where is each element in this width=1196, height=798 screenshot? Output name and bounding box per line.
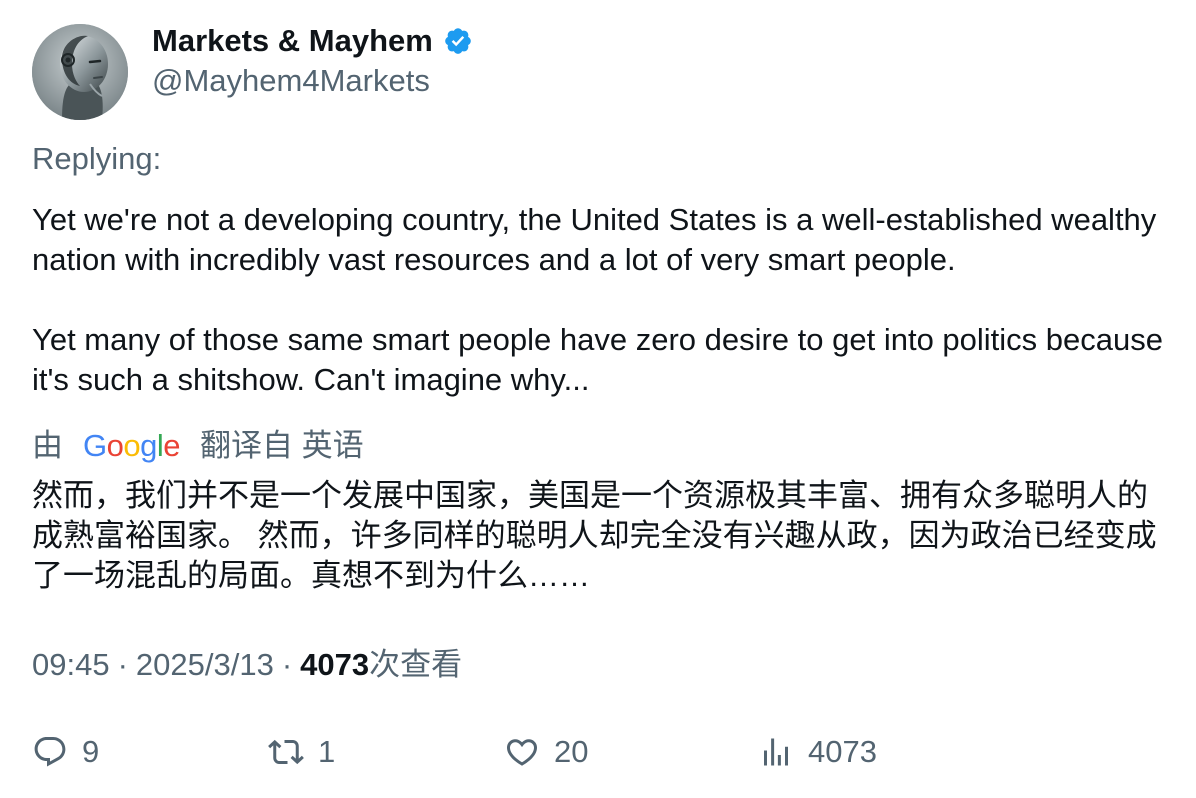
tweet-meta: 09:45 · 2025/3/13 · 4073 次查看 [32,645,462,685]
tweet-paragraph: Yet many of those same smart people have… [32,322,1164,397]
reply-count: 9 [82,734,100,769]
tweet-paragraph: Yet we're not a developing country, the … [32,202,1157,277]
meta-separator: · [117,647,128,682]
repost-button[interactable]: 1 [268,730,335,774]
translation-prefix: 由 [32,428,63,463]
heart-icon [506,739,538,766]
like-button[interactable]: 20 [504,730,588,774]
tweet-text: Yet we're not a developing country, the … [32,200,1172,400]
repost-count: 1 [318,734,336,769]
avatar[interactable] [32,24,128,120]
replying-label: Replying: [32,141,162,176]
tweet-date[interactable]: 2025/3/13 [136,645,274,685]
views-label: 次查看 [369,647,463,682]
translated-text: 然而，我们并不是一个发展中国家，美国是一个资源极其丰富、拥有众多聪明人的成熟富裕… [32,478,1157,593]
reply-icon [34,737,66,767]
meta-separator: · [281,647,293,682]
translation-attribution: 由 Google 翻译自 英语 [32,426,364,466]
robot-avatar-image [32,24,128,120]
views-count: 4073 [300,647,370,682]
google-logo: Google [83,428,181,463]
views-action-count: 4073 [808,734,877,769]
views-icon [764,738,788,766]
translation-suffix: 翻译自 英语 [200,428,364,463]
tweet-time[interactable]: 09:45 [32,645,110,685]
author-handle[interactable]: @Mayhem4Markets [152,62,430,100]
action-bar: 9 1 20 4073 [32,730,1172,774]
like-count: 20 [554,734,589,769]
reply-button[interactable]: 9 [32,730,99,774]
views-button[interactable]: 4073 [758,730,877,774]
author-display-name[interactable]: Markets & Mayhem [152,22,433,60]
repost-icon [268,739,304,765]
verified-badge-icon[interactable] [443,26,473,56]
